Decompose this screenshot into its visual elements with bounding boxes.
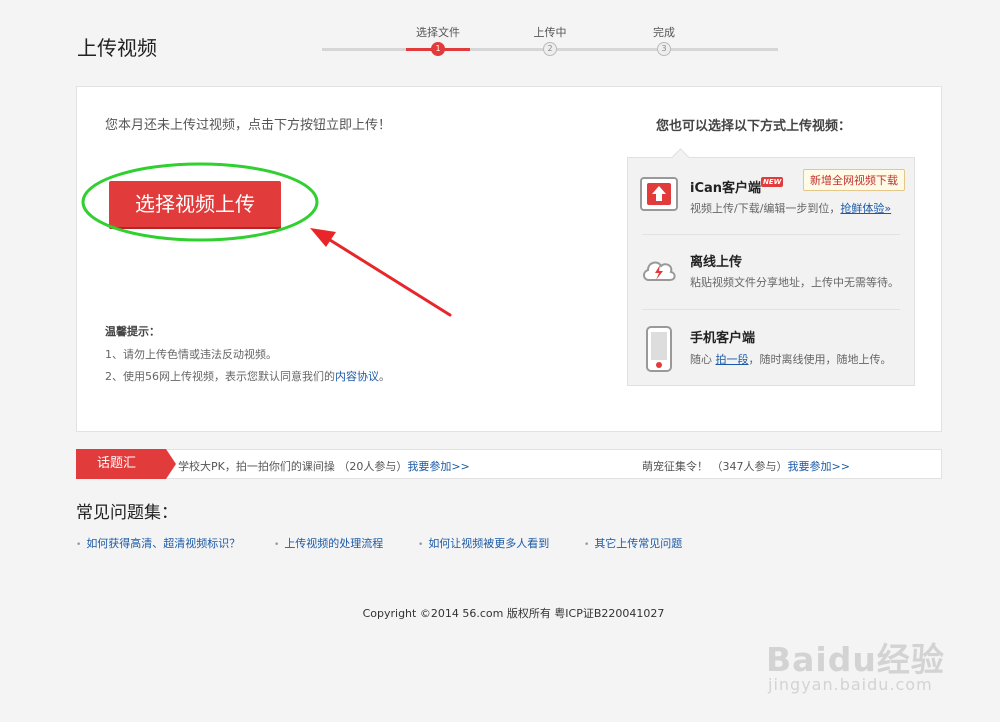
shoot-clip-link[interactable]: 拍一段 [716, 353, 749, 366]
page-title: 上传视频 [77, 36, 157, 60]
topic-item-1-text: 学校大PK，拍一拍你们的课间操 （20人参与） [178, 460, 408, 473]
topic-tag: 话题汇 [76, 449, 176, 479]
step-label: 上传中 [533, 26, 567, 39]
new-badge: NEW [761, 177, 784, 187]
step-number: 3 [657, 42, 671, 56]
step-number: 2 [543, 42, 557, 56]
step-select-file: 选择文件 1 [398, 26, 478, 56]
upload-notice: 您本月还未上传过视频，点击下方按钮立即上传！ [105, 118, 392, 133]
content-agreement-link[interactable]: 内容协议 [335, 370, 379, 383]
topic-item-1-join-link[interactable]: 我要参加>> [407, 460, 469, 473]
upload-progress-steps: 选择文件 1 上传中 2 完成 3 [322, 26, 778, 66]
topic-item-2: 萌宠征集令！ （347人参与）我要参加>> [642, 458, 850, 474]
baidu-jingyan-watermark: Baidu经验 [766, 640, 945, 679]
mobile-client-desc: 随心 拍一段，随时离线使用，随地上传。 [690, 351, 892, 367]
faq-link-hd-label[interactable]: 如何获得高清、超清视频标识？ [76, 535, 240, 551]
cloud-lightning-icon[interactable] [640, 250, 678, 288]
mobile-client-title[interactable]: 手机客户端 [690, 327, 755, 346]
tip-line-2-suffix: 。 [379, 370, 390, 383]
ican-desc-text: 视频上传/下载/编辑一步到位， [690, 202, 841, 215]
copyright-footer: Copyright ©2014 56.com 版权所有 粤ICP证B220041… [362, 607, 665, 620]
try-now-link[interactable]: 抢鲜体验» [840, 202, 891, 215]
offline-upload-desc: 粘贴视频文件分享地址，上传中无需等待。 [690, 276, 899, 289]
faq-link-other[interactable]: 其它上传常见问题 [584, 535, 682, 551]
alt-upload-heading: 您也可以选择以下方式上传视频： [656, 119, 852, 134]
step-complete: 完成 3 [624, 26, 704, 56]
faq-link-process[interactable]: 上传视频的处理流程 [274, 535, 383, 551]
topic-item-2-text: 萌宠征集令！ （347人参与） [642, 460, 788, 473]
step-number: 1 [431, 42, 445, 56]
topic-item-1: 学校大PK，拍一拍你们的课间操 （20人参与）我要参加>> [178, 458, 470, 474]
tip-line-2-text: 2、使用56网上传视频，表示您默认同意我们的 [105, 370, 335, 383]
step-uploading: 上传中 2 [510, 26, 590, 56]
mobile-phone-icon[interactable] [645, 326, 683, 372]
mobile-desc-text: 随心 [690, 353, 712, 366]
select-video-upload-button[interactable]: 选择视频上传 [109, 181, 281, 227]
topic-item-2-join-link[interactable]: 我要参加>> [788, 460, 850, 473]
ican-client-desc: 视频上传/下载/编辑一步到位，抢鲜体验» [690, 200, 891, 216]
watermark-url: jingyan.baidu.com [768, 675, 933, 694]
divider [642, 234, 900, 235]
tip-line-2: 2、使用56网上传视频，表示您默认同意我们的内容协议。 [105, 368, 390, 384]
ican-client-title[interactable]: iCan客户端 [690, 177, 761, 196]
upload-arrow-icon[interactable] [640, 175, 678, 213]
step-label: 选择文件 [416, 26, 460, 39]
step-label: 完成 [653, 26, 675, 39]
tip-line-1: 1、请勿上传色情或违法反动视频。 [105, 348, 277, 361]
faq-title: 常见问题集： [76, 503, 178, 523]
offline-upload-title[interactable]: 离线上传 [690, 251, 742, 270]
mobile-desc-suffix: ，随时离线使用，随地上传。 [748, 353, 892, 366]
divider [642, 309, 900, 310]
new-feature-tooltip: 新增全网视频下载 [803, 169, 905, 191]
tips-title: 温馨提示： [105, 325, 160, 338]
faq-link-more-views[interactable]: 如何让视频被更多人看到 [418, 535, 549, 551]
